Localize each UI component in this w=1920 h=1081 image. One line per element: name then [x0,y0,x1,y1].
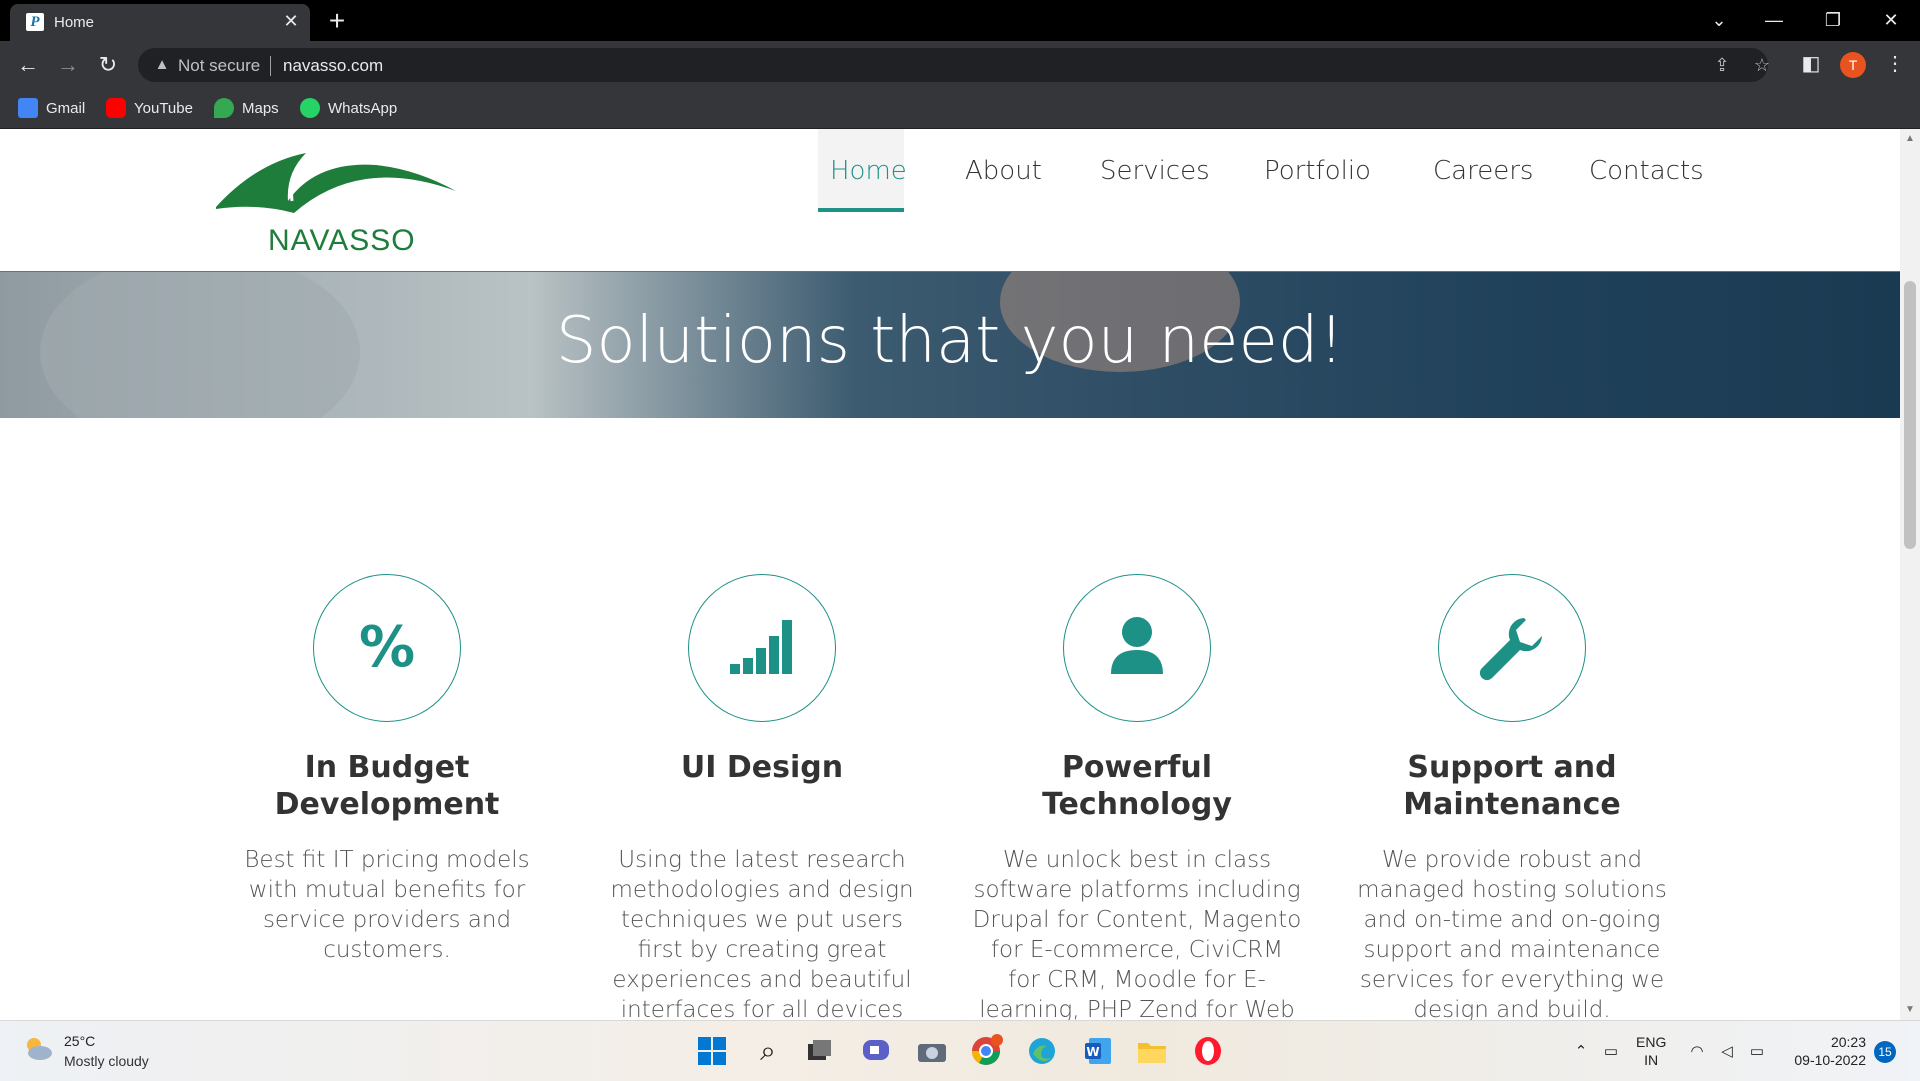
tab-search-icon[interactable]: ⌄ [1704,6,1734,34]
security-label[interactable]: Not secure [178,56,260,76]
show-hidden-icons-icon[interactable]: ⌃ [1570,1041,1592,1063]
bookmark-star-icon[interactable]: ☆ [1750,53,1774,77]
bookmark-youtube[interactable]: YouTube [106,94,193,122]
system-clock[interactable]: 20:23 09-10-2022 [1782,1033,1866,1069]
percent-icon: % [359,615,415,680]
clock-time: 20:23 [1830,1034,1866,1050]
gmail-icon [18,98,38,118]
logo-text: NAVASSO [268,224,416,257]
wifi-icon[interactable]: ◠ [1686,1041,1708,1063]
scroll-thumb[interactable] [1904,281,1916,549]
close-window-button[interactable]: ✕ [1876,6,1906,34]
web-page: NAVASSO Home About Services Portfolio Ca… [0,129,1900,1020]
feature-icon-circle: % [313,574,461,722]
nav-home[interactable]: Home [830,151,907,191]
opera-icon[interactable] [1190,1033,1226,1069]
edge-icon[interactable] [1024,1033,1060,1069]
language-code: ENG [1636,1034,1667,1050]
feature-icon-circle [1438,574,1586,722]
weather-cloud-icon[interactable] [22,1035,54,1063]
wrench-icon [1479,618,1542,681]
keyboard-icon[interactable]: ▭ [1600,1041,1622,1063]
notification-badge[interactable]: 15 [1874,1041,1896,1063]
feature-title: In Budget Development [274,750,500,822]
reload-icon[interactable]: ↻ [92,49,124,81]
scroll-up-icon[interactable]: ▲ [1900,129,1920,149]
battery-icon[interactable]: ▭ [1746,1041,1768,1063]
feature-description: We provide robust and managed hosting so… [1357,847,1667,1020]
task-view-icon[interactable] [802,1033,838,1069]
minimize-button[interactable]: — [1759,6,1789,34]
file-explorer-icon[interactable] [1134,1033,1170,1069]
tab-title: Home [54,14,95,31]
site-header: NAVASSO Home About Services Portfolio Ca… [0,129,1900,272]
nav-contacts[interactable]: Contacts [1589,151,1704,191]
taskbar: 25°C Mostly cloudy ⌕ W ⌃ ▭ ENG IN ◠ ◁ ▭ … [0,1020,1920,1081]
tab-strip: P Home ✕ + ⌄ — ❐ ✕ [0,0,1920,41]
svg-text:W: W [1086,1045,1099,1059]
bookmark-label: YouTube [134,99,193,117]
user-icon [1111,617,1163,674]
site-favicon-icon: P [26,13,44,31]
page-scrollbar[interactable]: ▲ ▼ [1900,129,1920,1020]
whatsapp-icon [300,98,320,118]
feature-title: Support and Maintenance [1403,750,1621,822]
share-icon[interactable]: ⇪ [1710,53,1734,77]
bookmark-gmail[interactable]: Gmail [18,94,85,122]
browser-toolbar: ← → ↻ ▲ Not secure navasso.com ⇪ ☆ ◧ T ⋮ [0,41,1920,88]
nav-services[interactable]: Services [1100,151,1210,191]
bookmark-label: Maps [242,99,279,117]
camera-icon[interactable] [914,1033,950,1069]
new-tab-button[interactable]: + [322,6,352,36]
feature-description: Best fit IT pricing models with mutual b… [244,847,530,963]
signal-bars-icon [730,620,792,674]
feature-title: Powerful Technology [1042,750,1232,822]
feature-icon-circle [688,574,836,722]
tab-home[interactable]: P Home ✕ [10,4,310,41]
svg-text:%: % [359,615,415,680]
youtube-icon [106,98,126,118]
url-text[interactable]: navasso.com [283,56,383,76]
weather-temperature[interactable]: 25°C [64,1033,95,1049]
forward-arrow-icon[interactable]: → [52,49,84,81]
bookmark-maps[interactable]: Maps [214,94,279,122]
chrome-taskbar-icon[interactable] [968,1033,1004,1069]
tab-close-button[interactable]: ✕ [280,10,302,32]
feature-icon-circle [1063,574,1211,722]
active-nav-underline [818,208,904,212]
address-divider [270,56,271,76]
maps-pin-icon [214,98,234,118]
word-icon[interactable]: W [1080,1033,1116,1069]
profile-avatar[interactable]: T [1840,52,1866,78]
clock-date: 09-10-2022 [1794,1052,1866,1068]
address-bar[interactable]: ▲ Not secure navasso.com ⇪ ☆ [138,48,1770,82]
volume-icon[interactable]: ◁ [1716,1041,1738,1063]
bookmark-label: WhatsApp [328,99,398,117]
feature-title: UI Design [680,750,844,785]
weather-description[interactable]: Mostly cloudy [64,1053,149,1069]
search-icon[interactable]: ⌕ [750,1033,786,1069]
windows-start-icon[interactable] [694,1033,730,1069]
feature-description: Using the latest research methodologies … [610,847,914,1020]
teams-chat-icon[interactable] [858,1033,894,1069]
bookmark-label: Gmail [46,99,86,117]
scroll-down-icon[interactable]: ▼ [1900,1000,1920,1020]
nav-about[interactable]: About [965,151,1042,191]
restore-button[interactable]: ❐ [1818,6,1848,34]
language-indicator[interactable]: ENG IN [1636,1033,1666,1069]
nav-portfolio[interactable]: Portfolio [1264,151,1371,191]
bookmark-whatsapp[interactable]: WhatsApp [300,94,397,122]
hero-banner: Solutions that you need! [0,272,1900,418]
region-code: IN [1644,1052,1659,1068]
feature-description: We unlock best in class software platfor… [972,847,1302,1020]
bookmarks-bar: Gmail YouTube Maps WhatsApp [0,88,1920,129]
hero-title: Solutions that you need! [555,304,1345,378]
back-arrow-icon[interactable]: ← [12,49,44,81]
warning-icon[interactable]: ▲ [152,55,172,75]
nav-careers[interactable]: Careers [1433,151,1533,191]
menu-kebab-icon[interactable]: ⋮ [1880,49,1910,79]
side-panel-icon[interactable]: ◧ [1796,49,1826,79]
